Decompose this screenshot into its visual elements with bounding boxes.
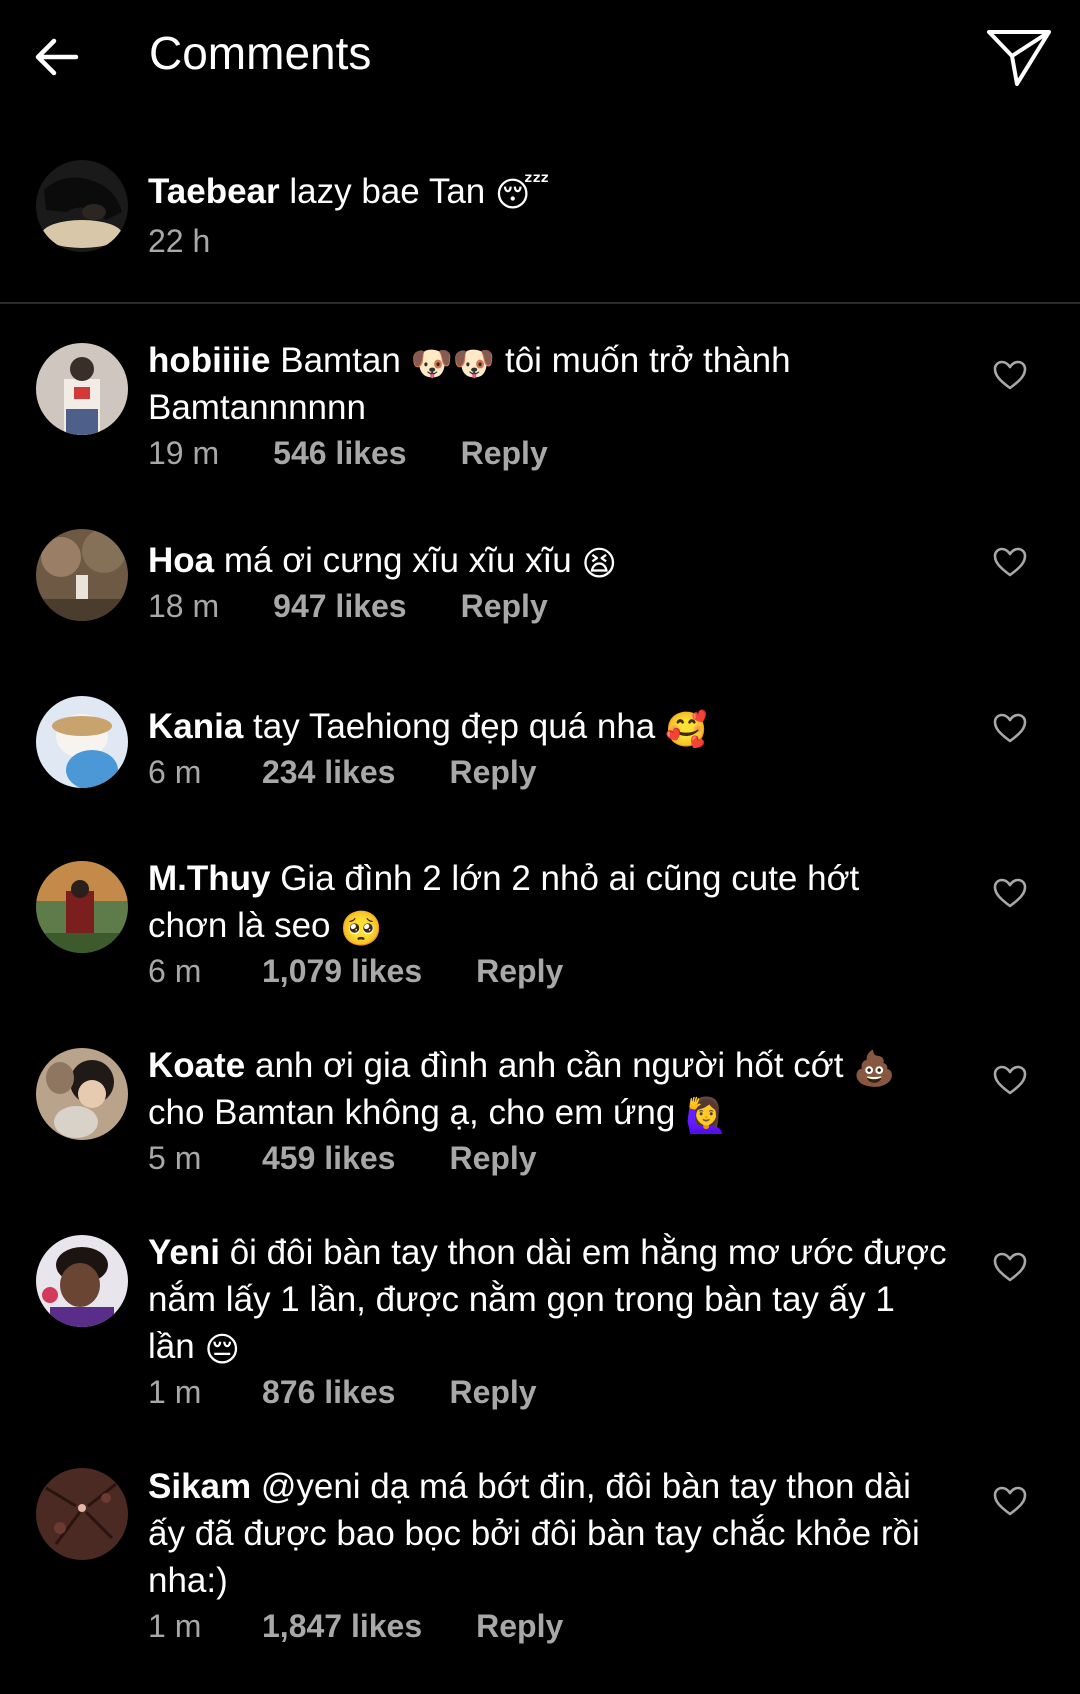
reply-button[interactable]: Reply <box>449 1374 536 1410</box>
arrow-left-icon <box>35 38 79 76</box>
raising-hand-emoji: 🙋‍♀️ <box>685 1097 728 1135</box>
likes-count[interactable]: 1,079 likes <box>262 953 422 989</box>
poop-emoji: 💩 <box>853 1050 896 1088</box>
comment-avatar[interactable] <box>36 1048 128 1140</box>
heart-icon[interactable] <box>993 1252 1027 1282</box>
divider <box>0 302 1080 304</box>
caption-emoji: 😴 <box>495 176 550 214</box>
comment-text: hobiiiie Bamtan 🐶🐶 tôi muốn trở thành Ba… <box>148 341 791 427</box>
heart-icon[interactable] <box>993 1486 1027 1516</box>
comment-meta: 18 m 947 likes Reply <box>148 586 948 626</box>
comment-avatar[interactable] <box>36 343 128 435</box>
comment-username[interactable]: Hoa <box>148 541 214 580</box>
paper-plane-icon <box>987 30 1051 86</box>
share-button[interactable] <box>985 26 1053 90</box>
comment-avatar[interactable] <box>36 529 128 621</box>
comment-meta: 19 m 546 likes Reply <box>148 433 948 473</box>
comment-time: 5 m <box>148 1140 202 1176</box>
likes-count[interactable]: 459 likes <box>262 1140 395 1176</box>
heart-icon[interactable] <box>993 713 1027 743</box>
caption-avatar[interactable] <box>36 160 128 252</box>
comment-avatar[interactable] <box>36 696 128 788</box>
comment-meta: 1 m 1,847 likes Reply <box>148 1606 948 1646</box>
post-caption: Taebear lazy bae Tan 😴 22 h <box>0 160 1080 280</box>
comment-time: 6 m <box>148 953 202 989</box>
comment-text: Yeni ôi đôi bàn tay thon dài em hằng mơ … <box>148 1233 947 1369</box>
reply-button[interactable]: Reply <box>476 1608 563 1644</box>
comment-username[interactable]: Koate <box>148 1046 245 1085</box>
caption-body: lazy bae Tan <box>279 172 495 211</box>
reply-button[interactable]: Reply <box>449 754 536 790</box>
comment-time: 6 m <box>148 754 202 790</box>
page-title: Comments <box>149 27 372 79</box>
heart-icon[interactable] <box>993 547 1027 577</box>
pleading-face-emoji: 🥺 <box>340 910 383 948</box>
comment-username[interactable]: Kania <box>148 707 243 746</box>
heart-icon[interactable] <box>993 878 1027 908</box>
comment-time: 1 m <box>148 1608 202 1644</box>
comment-meta: 6 m 234 likes Reply <box>148 752 948 792</box>
smiling-hearts-emoji: 🥰 <box>664 711 708 749</box>
comment-username[interactable]: hobiiiie <box>148 341 271 380</box>
comment-time: 19 m <box>148 435 220 471</box>
puppy-emoji: 🐶🐶 <box>410 345 496 383</box>
tired-face-emoji: 😫 <box>581 545 617 583</box>
comment-meta: 6 m 1,079 likes Reply <box>148 951 948 991</box>
app-header: Comments <box>0 0 1080 115</box>
comment-text: Koate anh ơi gia đình anh cần người hốt … <box>148 1046 896 1135</box>
likes-count[interactable]: 947 likes <box>273 588 406 624</box>
comment-avatar[interactable] <box>36 1468 128 1560</box>
comment-text: Hoa má ơi cưng xĩu xĩu xĩu 😫 <box>148 541 617 583</box>
reply-button[interactable]: Reply <box>476 953 563 989</box>
reply-button[interactable]: Reply <box>461 588 548 624</box>
back-button[interactable] <box>30 30 84 84</box>
likes-count[interactable]: 1,847 likes <box>262 1608 422 1644</box>
heart-icon[interactable] <box>993 360 1027 390</box>
comment-username[interactable]: Yeni <box>148 1233 220 1272</box>
likes-count[interactable]: 876 likes <box>262 1374 395 1410</box>
reply-button[interactable]: Reply <box>449 1140 536 1176</box>
comment-time: 18 m <box>148 588 220 624</box>
comment-meta: 5 m 459 likes Reply <box>148 1138 948 1178</box>
likes-count[interactable]: 546 likes <box>273 435 406 471</box>
comment-text: Kania tay Taehiong đẹp quá nha 🥰 <box>148 707 708 749</box>
caption-time: 22 h <box>148 223 211 259</box>
comment-avatar[interactable] <box>36 861 128 953</box>
pensive-face-emoji: 😔 <box>204 1331 240 1369</box>
comment-text: Sikam @yeni dạ má bớt đin, đôi bàn tay t… <box>148 1467 920 1600</box>
comment-meta: 1 m 876 likes Reply <box>148 1372 948 1412</box>
caption-username[interactable]: Taebear <box>148 172 280 211</box>
comment-username[interactable]: M.Thuy <box>148 859 270 898</box>
comment-text: M.Thuy Gia đình 2 lớn 2 nhỏ ai cũng cute… <box>148 859 860 948</box>
likes-count[interactable]: 234 likes <box>262 754 395 790</box>
heart-icon[interactable] <box>993 1065 1027 1095</box>
comment-avatar[interactable] <box>36 1235 128 1327</box>
reply-button[interactable]: Reply <box>461 435 548 471</box>
comment-time: 1 m <box>148 1374 202 1410</box>
caption-text: Taebear lazy bae Tan 😴 <box>148 168 948 215</box>
comment-username[interactable]: Sikam <box>148 1467 251 1506</box>
